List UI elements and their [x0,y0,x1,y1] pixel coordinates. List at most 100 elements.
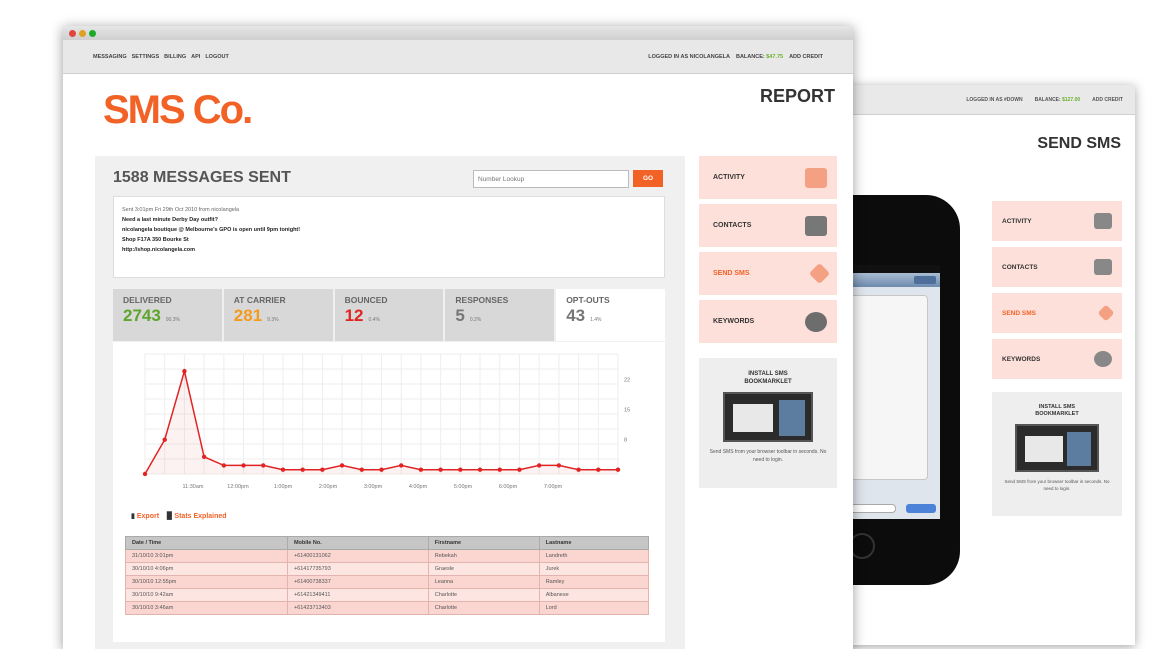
message-preview: Sent 3:01pm Fri 29th Oct 2010 from nicol… [113,196,665,278]
back-balance-value: $127.00 [1062,96,1081,103]
cell-date: 31/10/10 3:01pm [125,549,288,563]
chart-point [300,467,305,472]
go-button[interactable]: GO [633,170,663,187]
cell-lastname: Landreth [538,549,650,563]
chart-point [339,463,345,468]
screenshot-stage: LOGGED IN AS #DOWN BALANCE: $127.00 ADD … [0,0,1175,649]
col-mobile[interactable]: Mobile No. [286,536,429,550]
col-date-time[interactable]: Date / Time [125,536,288,550]
chart-point [477,467,483,472]
cell-date: 30/10/10 3:46am [125,601,288,615]
contacts-card-icon [1094,259,1112,275]
cell-firstname: Rebekah [427,549,540,563]
cell-mobile: +61421349411 [286,588,429,602]
chart-point [280,467,286,472]
bookmarklet-title-2: BOOKMARKLET [744,379,792,385]
stat-opt-outs-pct: 1.4% [590,317,602,323]
chart-point [615,467,621,472]
nav-settings[interactable]: SETTINGS [132,54,160,60]
stat-at-carrier-label: AT CARRIER [233,295,286,305]
sidebar-item-activity[interactable]: ACTIVITY [699,156,837,199]
logo[interactable]: SMS Co. [103,88,253,133]
stat-opt-outs-value: 43 [566,306,586,325]
sidebar-item-activity-label: ACTIVITY [713,174,745,181]
bookmarklet-desc: Send SMS from your browser toolbar in se… [709,449,827,463]
number-lookup-input[interactable] [473,170,629,188]
back-logged-in: LOGGED IN AS #DOWN [966,96,1023,103]
stats-tabs: DELIVERED 2743 90.3% AT CARRIER 281 9.3% B… [113,289,665,341]
phone-nav-button[interactable] [914,276,936,284]
back-add-credit-link[interactable]: ADD CREDIT [1092,97,1123,103]
bar-chart-icon: ▉ [167,513,173,520]
col-lastname[interactable]: Lastname [538,536,650,550]
back-nav-activity-label: ACTIVITY [1002,217,1032,225]
chart-point [517,467,522,472]
back-nav-contacts[interactable]: CONTACTS [992,247,1122,287]
back-bookmarklet-title-2: BOOKMARKLET [1035,411,1079,417]
cell-date: 30/10/10 9:42am [125,588,288,602]
table-row[interactable]: 30/10/10 4:06pm +61417735793 Graesle Jur… [125,562,650,576]
stat-bounced[interactable]: BOUNCED 12 0.4% [334,289,444,341]
chart-point [221,463,227,468]
table-row[interactable]: 31/10/10 3:01pm +61400131062 Rebekah Lan… [125,549,650,563]
balance-value: $47.75 [766,53,784,60]
table-row[interactable]: 30/10/10 9:42am +61421349411 Charlotte A… [125,588,650,602]
cell-firstname: Graesle [427,562,540,576]
back-bookmarklet-panel[interactable]: INSTALL SMS BOOKMARKLET Send SMS from yo… [992,392,1122,516]
chart-point [182,368,187,374]
cell-firstname: Charlotte [427,601,540,615]
table-row[interactable]: 30/10/10 12:55pm +61400738337 Leanna Ram… [125,575,650,589]
chart-x-tick: 3:00pm [364,484,383,490]
stat-at-carrier[interactable]: AT CARRIER 281 9.3% [223,289,333,341]
chart-point [261,463,266,468]
nav-logout[interactable]: LOGOUT [205,54,229,60]
cell-mobile: +61417735793 [286,562,429,576]
stat-opt-outs[interactable]: OPT-OUTS 43 1.4% [556,289,665,341]
sidebar-item-keywords[interactable]: KEYWORDS [699,300,837,343]
page-title: REPORT [759,86,835,106]
nav-billing[interactable]: BILLING [164,54,186,60]
stats-explained-link[interactable]: ▉ Stats Explained [167,512,227,520]
back-nav-keywords[interactable]: KEYWORDS [992,339,1122,379]
chart-y-tick: 15 [624,408,630,414]
back-nav-send-sms-label: SEND SMS [1002,309,1036,317]
bookmarklet-panel[interactable]: INSTALL SMS BOOKMARKLET Send SMS from yo… [699,358,837,488]
message-line-4[interactable]: http://shop.nicolangela.com [122,245,656,255]
sidebar-item-send-sms[interactable]: SEND SMS [699,252,837,295]
chart-point [556,463,562,468]
top-nav-account: LOGGED IN AS NICOLANGELA BALANCE: $47.75… [648,54,823,60]
minimize-window-icon[interactable] [79,29,86,37]
cell-date: 30/10/10 12:55pm [125,575,288,589]
export-link[interactable]: ▮ Export [131,512,159,520]
stat-responses[interactable]: RESPONSES 5 0.2% [445,289,555,341]
stat-at-carrier-value: 281 [233,306,263,325]
zoom-window-icon[interactable] [89,29,96,37]
nav-messaging[interactable]: MESSAGING [93,54,127,60]
table-row[interactable]: 30/10/10 3:46am +61423713403 Charlotte L… [125,601,650,615]
chart-point [458,467,463,472]
stat-delivered-label: DELIVERED [123,295,172,305]
add-credit-link[interactable]: ADD CREDIT [789,54,823,60]
phone-send-button[interactable] [906,504,936,513]
back-nav-activity[interactable]: ACTIVITY [992,201,1122,241]
report-links: ▮ Export ▉ Stats Explained [131,512,227,520]
back-balance: BALANCE: $127.00 [1035,97,1081,103]
back-nav-contacts-label: CONTACTS [1002,263,1038,271]
send-tag-icon [1097,304,1115,322]
activity-screen-icon [805,167,827,188]
back-nav-send-sms[interactable]: SEND SMS [992,293,1122,333]
cell-lastname: Lord [538,601,650,615]
message-meta: Sent 3:01pm Fri 29th Oct 2010 from nicol… [122,207,240,213]
sidebar-item-contacts-label: CONTACTS [713,222,752,229]
stat-opt-outs-label: OPT-OUTS [566,295,610,305]
back-sidebar-nav: ACTIVITY CONTACTS SEND SMS KEYWORDS [992,201,1122,385]
stat-delivered[interactable]: DELIVERED 2743 90.3% [113,289,222,341]
close-window-icon[interactable] [69,29,76,37]
col-firstname[interactable]: Firstname [427,536,540,550]
nav-api[interactable]: API [191,54,200,60]
sidebar-nav: ACTIVITY CONTACTS SEND SMS KEYWORDS [699,156,837,348]
chart-point [142,471,148,477]
sidebar-item-contacts[interactable]: CONTACTS [699,204,837,247]
stat-bounced-label: BOUNCED [344,295,388,305]
bookmarklet-screenshot-image [1015,424,1099,472]
